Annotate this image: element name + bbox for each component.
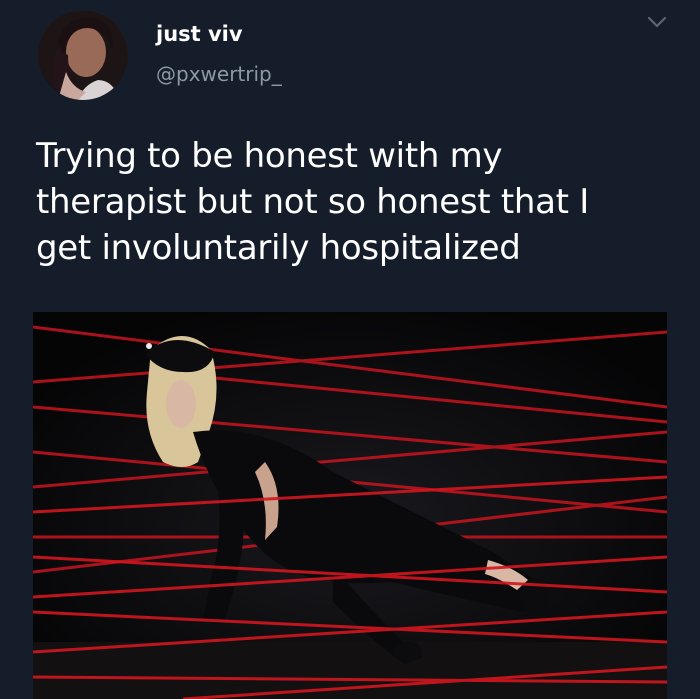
- avatar-photo: [38, 10, 128, 100]
- chevron-down-icon[interactable]: [646, 14, 668, 30]
- tweet-text: Trying to be honest with my therapist bu…: [36, 136, 589, 268]
- laser-maze-photo: [33, 312, 667, 699]
- avatar[interactable]: [38, 10, 128, 100]
- user-handle[interactable]: @pxwertrip_: [156, 62, 282, 86]
- display-name[interactable]: just viv: [156, 22, 243, 46]
- tweet-card: just viv @pxwertrip_ Trying to be honest…: [0, 0, 700, 699]
- tweet-media-image[interactable]: [33, 312, 667, 699]
